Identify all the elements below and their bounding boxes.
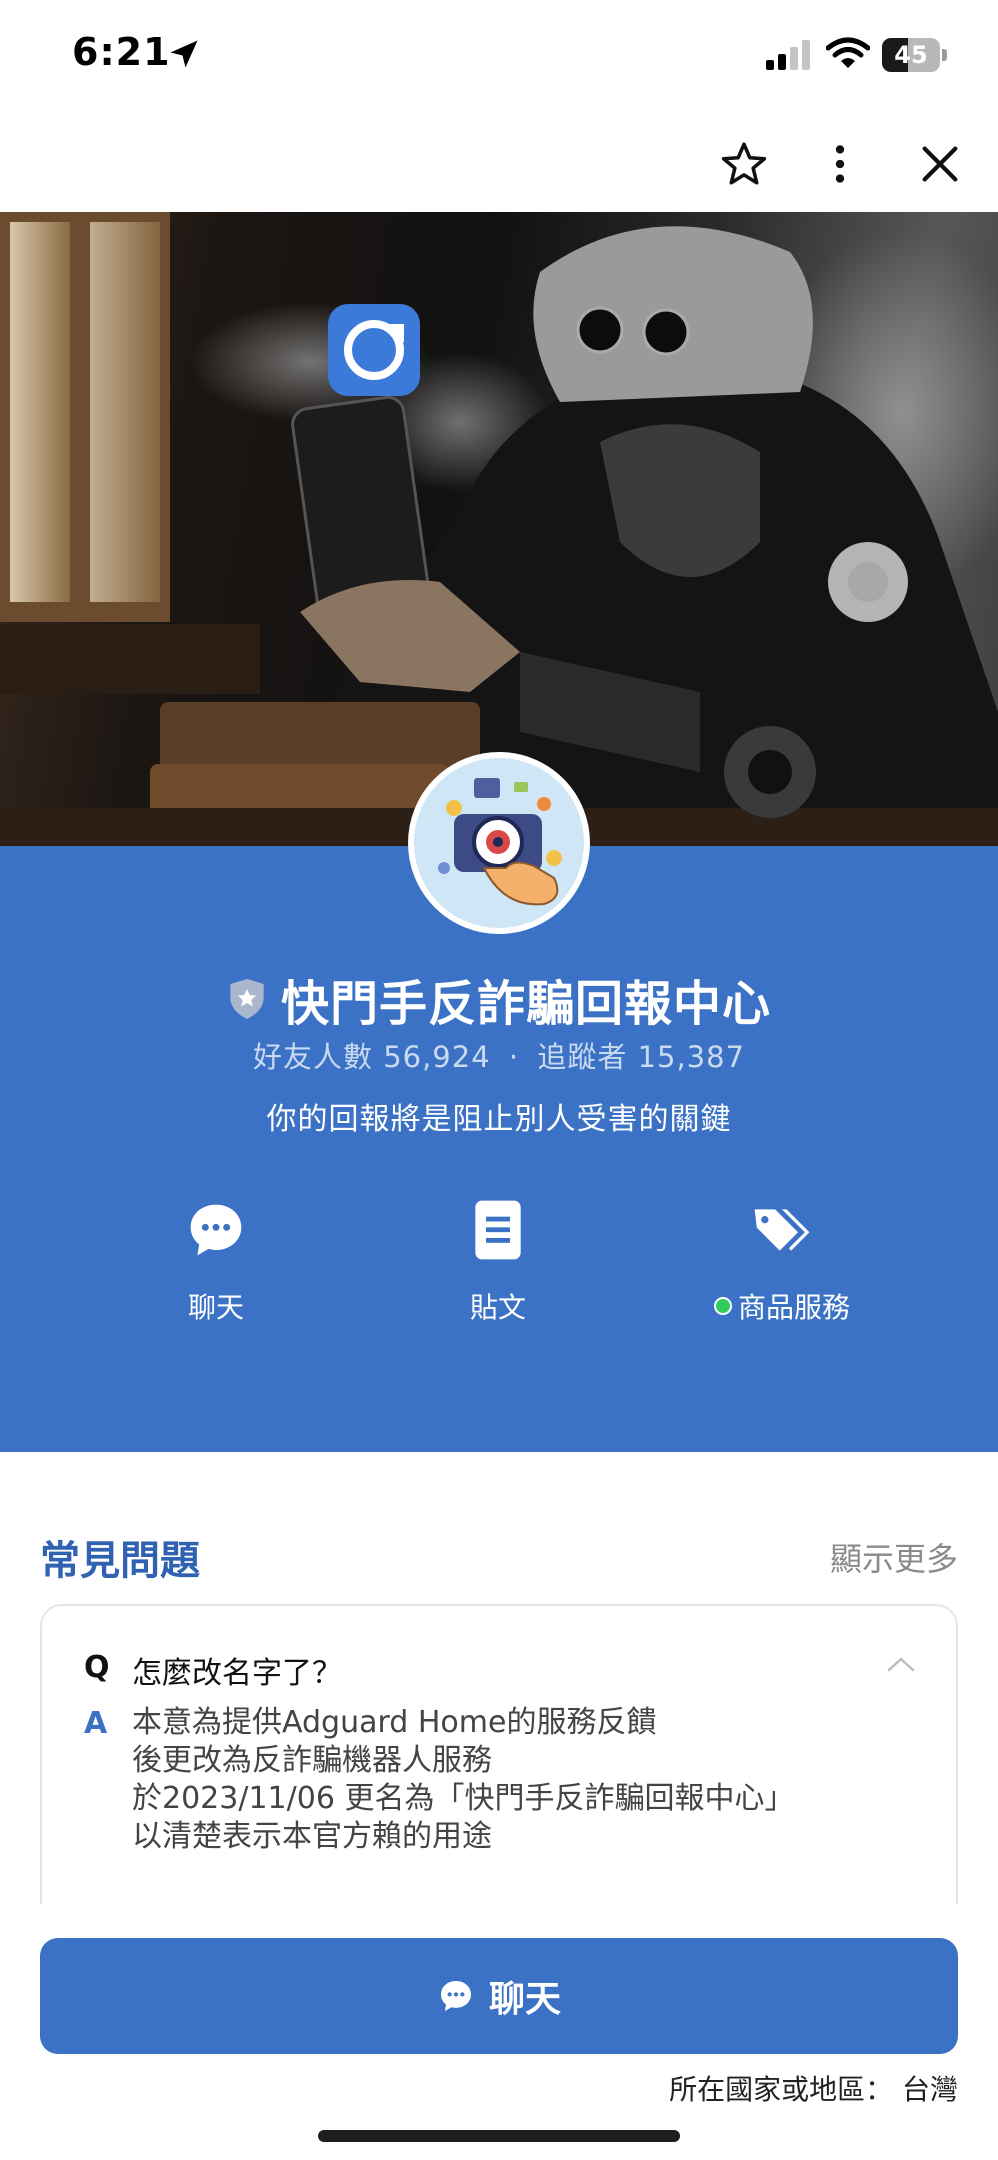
account-title: 快門手反詐騙回報中心 <box>0 964 998 1034</box>
profile-panel <box>0 846 998 1452</box>
region-value: 台灣 <box>901 2073 958 2106</box>
chat-cta-button[interactable]: 聊天 <box>40 1938 958 2054</box>
star-icon <box>721 142 767 185</box>
faq-answer-line: 以清楚表示本官方賴的用途 <box>132 1819 492 1854</box>
cover-image <box>0 212 998 846</box>
wifi-icon <box>826 37 870 68</box>
followers-count: 15,387 <box>637 1040 746 1074</box>
status-bar: 6:21 45 <box>0 0 998 110</box>
more-options-button[interactable] <box>808 132 872 196</box>
faq-answer: 本意為提供Adguard Home的服務反饋 後更改為反詐騙機器人服務 於202… <box>132 1704 794 1856</box>
tag-icon <box>754 1209 810 1251</box>
top-action-bar <box>0 120 998 216</box>
account-stats: 好友人數 56,924 · 追蹤者 15,387 <box>0 1034 998 1076</box>
profile-avatar[interactable] <box>408 752 590 934</box>
followers-label: 追蹤者 <box>537 1040 628 1074</box>
faq-section-title: 常見問題 <box>40 1538 200 1584</box>
region-info: 所在國家或地區： 台灣 <box>669 2068 958 2108</box>
faq-answer-line: 於2023/11/06 更名為「快門手反詐騙回報中心」 <box>132 1781 795 1816</box>
region-label: 所在國家或地區： <box>669 2073 894 2106</box>
services-label-text: 商品服務 <box>737 1291 850 1324</box>
answer-marker: A <box>84 1706 108 1741</box>
question-marker: Q <box>84 1650 110 1685</box>
location-arrow-icon <box>170 40 198 68</box>
online-status-dot <box>713 1297 732 1315</box>
chat-action-label: 聊天 <box>187 1291 244 1324</box>
status-time: 6:21 <box>72 30 171 74</box>
chat-cta-label: 聊天 <box>488 1979 561 2020</box>
account-name: 快門手反詐騙回報中心 <box>280 976 771 1032</box>
battery-level-text: 45 <box>894 41 928 69</box>
signal-icon <box>766 40 810 70</box>
battery-icon: 45 <box>882 38 948 72</box>
stats-separator: · <box>508 1040 520 1074</box>
close-button[interactable] <box>908 132 972 196</box>
posts-action-button[interactable]: 貼文 <box>388 1198 608 1338</box>
more-vertical-icon <box>835 145 845 183</box>
faq-answer-line: 後更改為反詐騙機器人服務 <box>132 1743 492 1778</box>
faq-card[interactable]: Q 怎麼改名字了？ A 本意為提供Adguard Home的服務反饋 後更改為反… <box>40 1604 958 1904</box>
chevron-up-icon[interactable] <box>886 1654 916 1674</box>
close-icon <box>922 146 958 182</box>
posts-action-label: 貼文 <box>469 1291 526 1324</box>
friends-count: 56,924 <box>383 1040 491 1074</box>
home-indicator[interactable] <box>318 2130 680 2142</box>
chat-action-button[interactable]: 聊天 <box>106 1198 326 1338</box>
services-action-label: 商品服務 <box>713 1286 850 1326</box>
friends-label: 好友人數 <box>252 1040 373 1074</box>
faq-question: 怎麼改名字了？ <box>132 1656 342 1691</box>
faq-answer-line: 本意為提供Adguard Home的服務反饋 <box>132 1705 657 1740</box>
favorite-button[interactable] <box>712 132 776 196</box>
status-message: 你的回報將是阻止別人受害的關鍵 <box>266 1102 732 1137</box>
chat-bubble-icon <box>440 1980 472 2012</box>
faq-show-more-link[interactable]: 顯示更多 <box>830 1534 958 1580</box>
chat-bubble-icon <box>190 1204 242 1256</box>
document-icon <box>475 1200 521 1260</box>
services-action-button[interactable]: 商品服務 <box>672 1198 892 1338</box>
shield-badge-icon <box>230 979 264 1019</box>
